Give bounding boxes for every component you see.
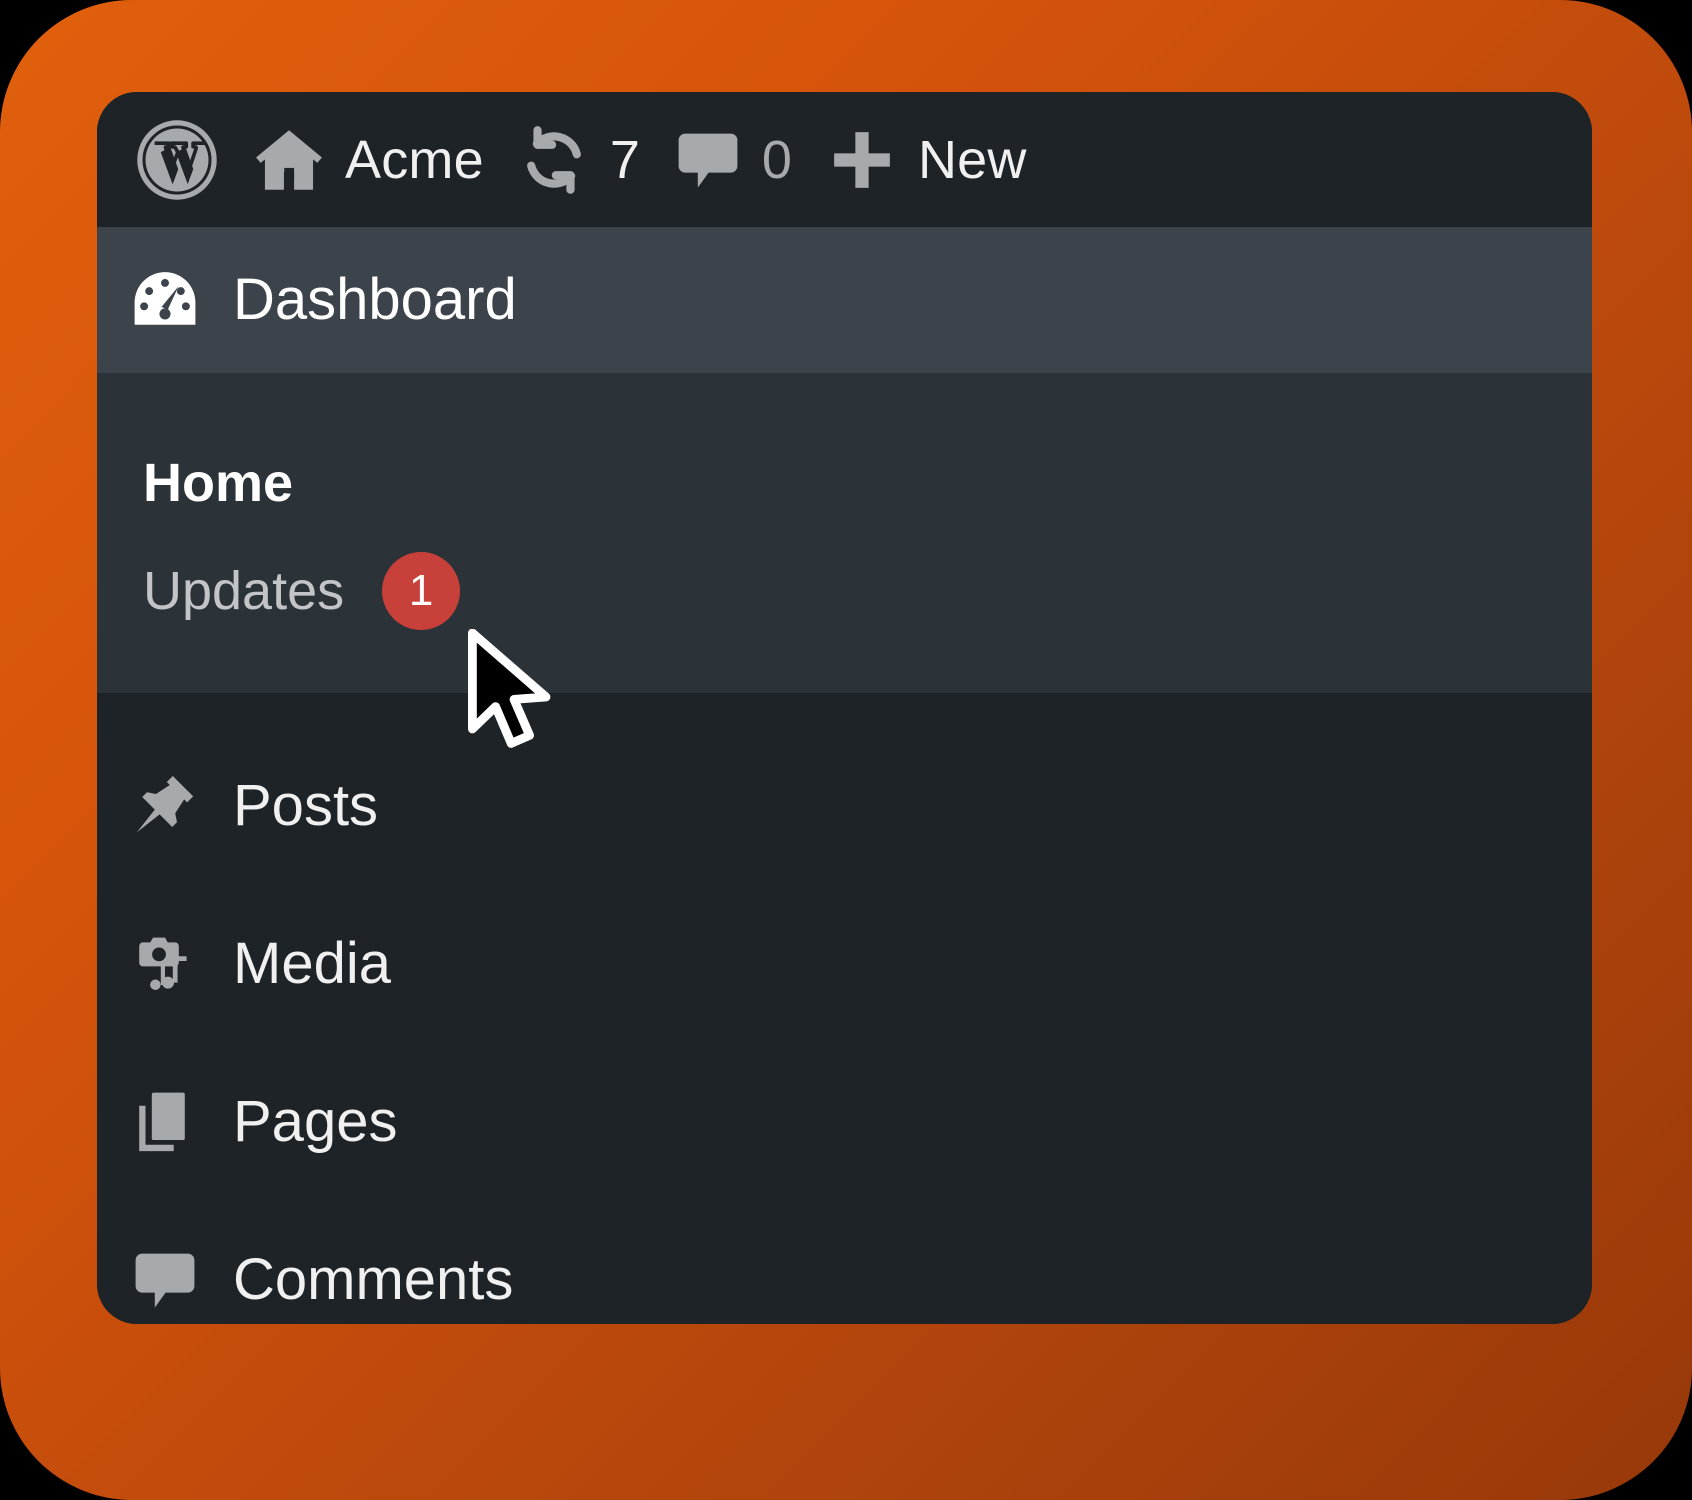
wp-logo-button[interactable] <box>119 92 235 227</box>
sidebar-item-pages[interactable]: Pages <box>97 1043 1592 1201</box>
sidebar-main-menu: Posts Media Pages Comments <box>97 693 1592 1324</box>
submenu-item-updates[interactable]: Updates 1 <box>97 537 1592 645</box>
plus-icon <box>824 122 900 198</box>
sidebar-item-dashboard-label: Dashboard <box>233 267 517 332</box>
comment-bubble-icon <box>127 1244 203 1316</box>
dashboard-submenu: Home Updates 1 <box>97 373 1592 693</box>
sidebar-item-comments[interactable]: Comments <box>97 1201 1592 1324</box>
comments-button[interactable]: 0 <box>656 92 808 227</box>
wordpress-logo-icon <box>135 118 219 202</box>
site-name-label: Acme <box>345 129 484 190</box>
updates-count: 7 <box>609 129 640 190</box>
comments-count: 0 <box>761 129 792 190</box>
submenu-item-updates-label: Updates <box>143 561 345 621</box>
sidebar-item-media[interactable]: Media <box>97 885 1592 1043</box>
orange-backdrop: Acme 7 0 New Dashboard Home Updates 1 Po… <box>0 0 1692 1500</box>
new-content-label: New <box>917 129 1027 190</box>
pages-stack-icon <box>127 1086 203 1158</box>
sidebar-item-dashboard[interactable]: Dashboard <box>97 227 1592 373</box>
updates-button[interactable]: 7 <box>500 92 656 227</box>
new-content-button[interactable]: New <box>808 92 1043 227</box>
sidebar-item-media-label: Media <box>233 931 391 996</box>
pushpin-icon <box>127 770 203 842</box>
dashboard-gauge-icon <box>127 262 203 338</box>
wp-admin-panel: Acme 7 0 New Dashboard Home Updates 1 Po… <box>97 92 1592 1324</box>
updates-badge: 1 <box>382 552 461 630</box>
camera-music-icon <box>127 928 203 1000</box>
sidebar-item-pages-label: Pages <box>233 1089 398 1154</box>
sidebar-item-posts-label: Posts <box>233 773 379 838</box>
update-sync-icon <box>516 122 592 198</box>
sidebar-item-posts[interactable]: Posts <box>97 727 1592 885</box>
home-icon <box>251 122 327 198</box>
submenu-item-home[interactable]: Home <box>97 429 1592 537</box>
site-name-button[interactable]: Acme <box>235 92 500 227</box>
admin-bar: Acme 7 0 New <box>97 92 1592 227</box>
submenu-item-home-label: Home <box>143 453 294 513</box>
comment-bubble-icon <box>672 124 744 196</box>
sidebar-item-comments-label: Comments <box>233 1247 514 1312</box>
